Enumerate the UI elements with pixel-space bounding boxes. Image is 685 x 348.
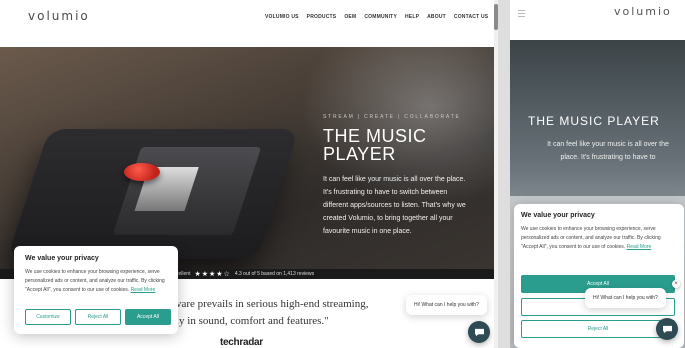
mobile-chat-button[interactable] bbox=[656, 318, 678, 340]
mobile-logo[interactable]: volumio bbox=[614, 5, 672, 18]
hero-tagline: STREAM | CREATE | COLLABORATE bbox=[323, 114, 461, 120]
hero-text: STREAM | CREATE | COLLABORATE THE MUSIC … bbox=[323, 114, 483, 238]
mobile-chat-greeting[interactable]: Hi! What can I help you with? bbox=[585, 288, 666, 308]
hero-section: STREAM | CREATE | COLLABORATE THE MUSIC … bbox=[0, 47, 498, 279]
product-image bbox=[6, 129, 300, 259]
cookie-title: We value your privacy bbox=[25, 255, 99, 262]
desktop-viewport: volumio VOLUMIO US PRODUCTS OEM COMMUNIT… bbox=[0, 0, 498, 348]
rating-text: 4.3 out of 5 based on 1,413 reviews bbox=[234, 271, 315, 277]
techradar-logo: techradar bbox=[220, 337, 263, 348]
mobile-hero-body: It can feel like your music is all over … bbox=[547, 141, 669, 161]
rating-label: cellent bbox=[176, 271, 191, 277]
mobile-hero-title: THE MUSIC PLAYER bbox=[528, 114, 660, 128]
product-knob bbox=[124, 163, 160, 181]
nav-item-oem[interactable]: OEM bbox=[344, 14, 356, 20]
review-quote: vare prevails in serious high-end stream… bbox=[176, 296, 416, 330]
nav-item-about[interactable]: ABOUT bbox=[427, 14, 446, 20]
nav-item-volumio-us[interactable]: VOLUMIO US bbox=[265, 14, 299, 20]
quote-line2: ly in sound, comfort and features." bbox=[176, 315, 329, 327]
mobile-cookie-read-more[interactable]: Read More bbox=[627, 244, 652, 250]
nav-item-help[interactable]: HELP bbox=[405, 14, 419, 20]
product-screen bbox=[112, 147, 262, 235]
scrollbar[interactable] bbox=[494, 0, 498, 348]
cookie-banner: We value your privacy We use cookies to … bbox=[14, 246, 178, 334]
customize-button[interactable]: Customize bbox=[25, 309, 71, 325]
mobile-viewport: volumio THE MUSIC PLAYER It can feel lik… bbox=[510, 0, 685, 348]
mobile-reject-all-button[interactable]: Reject All bbox=[521, 320, 675, 338]
chat-icon bbox=[474, 328, 484, 336]
cookie-text: We use cookies to enhance your browsing … bbox=[25, 268, 167, 295]
scroll-thumb[interactable] bbox=[494, 4, 498, 30]
chat-button[interactable] bbox=[468, 321, 490, 343]
nav-item-contact-us[interactable]: CONTACT US bbox=[454, 14, 488, 20]
screen: volumio VOLUMIO US PRODUCTS OEM COMMUNIT… bbox=[0, 0, 685, 348]
accept-all-button[interactable]: Accept All bbox=[125, 309, 171, 325]
close-icon[interactable]: × bbox=[672, 280, 680, 288]
main-nav: VOLUMIO US PRODUCTS OEM COMMUNITY HELP A… bbox=[265, 13, 498, 20]
mobile-chat-icon bbox=[662, 325, 672, 333]
mobile-cookie-title: We value your privacy bbox=[521, 212, 595, 219]
star-icon: ★★★★☆ bbox=[194, 271, 231, 278]
hamburger-icon[interactable] bbox=[518, 10, 525, 19]
chat-greeting[interactable]: Hi! What can I help you with? bbox=[406, 295, 487, 315]
mobile-cookie-text: We use cookies to enhance your browsing … bbox=[521, 225, 677, 252]
nav-item-products[interactable]: PRODUCTS bbox=[307, 14, 337, 20]
quote-line1: vare prevails in serious high-end stream… bbox=[176, 298, 369, 310]
nav-item-community[interactable]: COMMUNITY bbox=[364, 14, 397, 20]
site-logo[interactable]: volumio bbox=[28, 9, 90, 23]
hero-title-line2: PLAYER bbox=[323, 144, 396, 164]
reject-all-button[interactable]: Reject All bbox=[75, 309, 121, 325]
hero-title: THE MUSIC PLAYER bbox=[323, 127, 483, 163]
cookie-read-more[interactable]: Read More bbox=[131, 287, 156, 293]
cookie-actions: Customize Reject All Accept All bbox=[25, 309, 171, 325]
hero-body: It can feel like your music is all over … bbox=[323, 176, 466, 235]
site-header: volumio VOLUMIO US PRODUCTS OEM COMMUNIT… bbox=[0, 0, 498, 46]
hero-title-line1: THE MUSIC bbox=[323, 126, 427, 146]
mobile-header: volumio bbox=[510, 0, 685, 40]
